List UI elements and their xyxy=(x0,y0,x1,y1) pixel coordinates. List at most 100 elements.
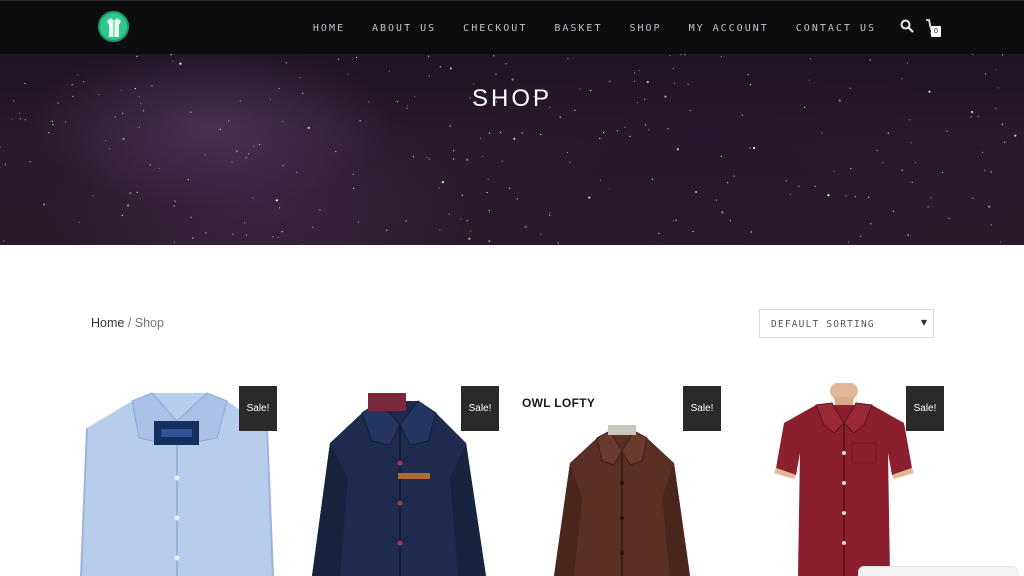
star xyxy=(984,169,986,171)
star xyxy=(114,116,116,118)
star xyxy=(946,130,948,132)
star xyxy=(845,195,847,197)
star xyxy=(785,180,787,182)
star xyxy=(624,126,626,128)
site-logo[interactable] xyxy=(98,11,129,42)
nav-about-us[interactable]: ABOUT US xyxy=(372,23,436,34)
nav-basket[interactable]: BASKET xyxy=(554,23,602,34)
star xyxy=(651,178,653,180)
product-card[interactable]: OWL LOFTY Sale! xyxy=(522,383,722,576)
star xyxy=(521,132,523,134)
cart-count-badge: 0 xyxy=(931,26,941,37)
star xyxy=(51,120,53,122)
star xyxy=(638,69,640,72)
star xyxy=(285,62,287,64)
star xyxy=(466,220,468,222)
star xyxy=(729,220,731,222)
star xyxy=(158,167,160,169)
star xyxy=(674,82,676,84)
sale-badge: Sale! xyxy=(461,386,499,431)
sort-dropdown[interactable]: DEFAULT SORTING ▼ xyxy=(759,309,934,338)
star xyxy=(441,181,444,184)
star xyxy=(466,158,469,161)
star xyxy=(667,128,669,130)
star xyxy=(501,160,503,162)
star xyxy=(300,244,303,245)
star xyxy=(83,80,85,83)
star xyxy=(448,213,450,215)
star xyxy=(1001,54,1004,56)
star xyxy=(355,56,358,59)
star xyxy=(296,171,298,173)
star xyxy=(282,165,284,167)
star xyxy=(428,158,430,160)
star xyxy=(449,67,452,70)
product-card[interactable]: Sale! xyxy=(744,383,944,576)
sale-badge: Sale! xyxy=(683,386,721,431)
star xyxy=(149,164,151,166)
star xyxy=(821,132,823,134)
star xyxy=(972,197,974,199)
star xyxy=(386,229,388,231)
product-card[interactable]: Sale! xyxy=(77,383,277,576)
star xyxy=(616,130,619,132)
star xyxy=(854,196,856,198)
sale-badge: Sale! xyxy=(239,386,277,431)
star xyxy=(277,236,279,239)
nav-checkout[interactable]: CHECKOUT xyxy=(463,23,527,34)
star xyxy=(453,150,455,152)
star xyxy=(827,194,830,197)
star xyxy=(887,132,889,134)
hero-banner: SHOP xyxy=(0,54,1024,245)
star xyxy=(727,182,729,184)
nav-contact-us[interactable]: CONTACT US xyxy=(796,23,876,34)
star xyxy=(275,199,278,202)
star xyxy=(901,78,903,80)
star xyxy=(11,118,13,120)
star xyxy=(559,116,561,118)
star xyxy=(970,116,972,118)
star xyxy=(747,74,749,76)
star xyxy=(488,210,490,212)
star xyxy=(488,132,491,134)
nav-shop[interactable]: SHOP xyxy=(629,23,661,34)
star xyxy=(915,162,917,164)
star xyxy=(439,66,441,68)
star xyxy=(77,74,79,76)
star xyxy=(977,115,979,117)
star xyxy=(985,73,987,75)
star xyxy=(680,54,682,56)
star xyxy=(247,153,250,155)
star xyxy=(499,131,502,133)
star xyxy=(388,70,390,72)
nav-my-account[interactable]: MY ACCOUNT xyxy=(689,23,769,34)
star xyxy=(122,137,125,140)
search-icon[interactable] xyxy=(900,19,914,33)
star xyxy=(245,234,247,236)
star xyxy=(505,63,507,65)
coat-logo-icon xyxy=(106,17,121,37)
star xyxy=(557,242,559,244)
star xyxy=(684,54,686,56)
star xyxy=(789,194,792,196)
star xyxy=(29,161,31,163)
star xyxy=(833,170,835,172)
star xyxy=(335,150,337,153)
star xyxy=(569,161,571,163)
top-navbar: HOME ABOUT US CHECKOUT BASKET SHOP MY AC… xyxy=(0,0,1024,54)
star xyxy=(609,188,611,190)
star xyxy=(870,223,872,225)
star xyxy=(19,118,21,120)
star xyxy=(272,236,274,238)
star xyxy=(252,197,254,199)
star xyxy=(460,218,462,220)
star xyxy=(52,123,54,126)
nav-home[interactable]: HOME xyxy=(313,23,345,34)
star xyxy=(999,241,1002,243)
star xyxy=(359,120,361,122)
star xyxy=(4,163,6,165)
star xyxy=(990,171,992,173)
product-card[interactable]: Sale! xyxy=(300,383,500,576)
chat-widget-tab[interactable] xyxy=(858,566,1018,576)
breadcrumb-home-link[interactable]: Home xyxy=(91,316,124,330)
